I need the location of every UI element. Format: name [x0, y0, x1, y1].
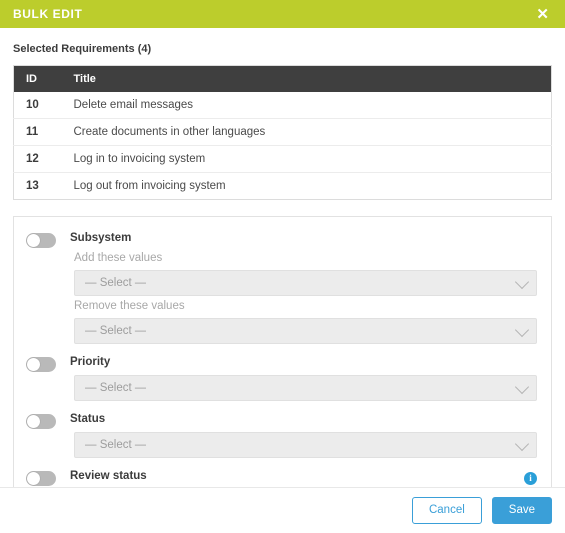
sub-label-remove-values: Remove these values: [74, 300, 185, 312]
cell-id: 11: [13, 118, 62, 146]
field-main-subsystem: Subsystem Add these values — Select — Re…: [70, 230, 537, 344]
table-body: 10 Delete email messages 11 Create docum…: [13, 92, 552, 200]
select-subsystem-remove[interactable]: — Select —: [74, 318, 537, 344]
fields-scroll-area[interactable]: Subsystem Add these values — Select — Re…: [14, 217, 551, 505]
table-header-row: ID Title: [13, 65, 552, 92]
selected-requirements-label: Selected Requirements (4): [13, 43, 152, 55]
cell-id: 10: [26, 99, 39, 111]
field-row-subsystem: Subsystem Add these values — Select — Re…: [14, 225, 551, 349]
toggle-knob: [27, 234, 40, 247]
select-priority[interactable]: — Select —: [74, 375, 537, 401]
cell-title: Delete email messages: [73, 99, 194, 111]
cell-id: 12: [13, 145, 62, 173]
toggle-status[interactable]: [26, 414, 56, 429]
table-row[interactable]: 10 Delete email messages: [14, 92, 552, 119]
cell-title: Log in to invoicing system: [61, 145, 552, 173]
requirements-table: ID Title 10 Delete email messages 11 Cre…: [13, 65, 552, 200]
cancel-button[interactable]: Cancel: [411, 497, 482, 524]
bulk-edit-fields-panel: Subsystem Add these values — Select — Re…: [13, 216, 552, 506]
field-label-subsystem: Subsystem: [70, 232, 132, 244]
dialog-body: Selected Requirements (4) ID Title 10 De…: [0, 28, 565, 506]
close-icon[interactable]: ✕: [534, 5, 551, 24]
select-value: — Select —: [85, 382, 147, 394]
chevron-down-icon: [514, 379, 530, 395]
toggle-knob: [27, 472, 40, 485]
field-label-priority: Priority: [70, 356, 111, 368]
field-main-status: Status — Select —: [70, 411, 537, 458]
toggle-subsystem[interactable]: [26, 233, 56, 248]
select-value: — Select —: [85, 439, 147, 451]
page-title: BULK EDIT: [13, 7, 83, 21]
toggle-priority[interactable]: [26, 357, 56, 372]
select-value: — Select —: [85, 325, 147, 337]
field-label-status: Status: [70, 413, 106, 425]
chevron-down-icon: [514, 274, 530, 290]
sub-label-add-values: Add these values: [74, 252, 163, 264]
field-main-priority: Priority — Select —: [70, 354, 537, 401]
field-row-priority: Priority — Select —: [14, 349, 551, 406]
field-row-status: Status — Select —: [14, 406, 551, 463]
dialog-header: BULK EDIT ✕: [0, 0, 565, 28]
table-header: ID Title: [13, 65, 552, 92]
column-header-title: Title: [61, 65, 552, 92]
cell-title: Create documents in other languages: [61, 118, 552, 146]
toggle-knob: [27, 415, 40, 428]
save-button[interactable]: Save: [491, 497, 552, 524]
select-value: — Select —: [85, 277, 147, 289]
column-header-id: ID: [13, 65, 62, 92]
field-label-review-status: Review status: [70, 470, 147, 482]
table-row[interactable]: 13 Log out from invoicing system: [13, 172, 552, 200]
toggle-knob: [27, 358, 40, 371]
toggle-review-status[interactable]: [26, 471, 56, 486]
table-row[interactable]: 11 Create documents in other languages: [13, 118, 552, 146]
dialog-footer: Cancel Save: [0, 487, 565, 533]
chevron-down-icon: [514, 436, 530, 452]
info-icon[interactable]: i: [524, 472, 537, 485]
select-status[interactable]: — Select —: [74, 432, 537, 458]
cell-id: 13: [13, 172, 62, 200]
chevron-down-icon: [514, 322, 530, 338]
cell-title: Log out from invoicing system: [61, 172, 552, 200]
table-row[interactable]: 12 Log in to invoicing system: [13, 145, 552, 173]
select-subsystem-add[interactable]: — Select —: [74, 270, 537, 296]
